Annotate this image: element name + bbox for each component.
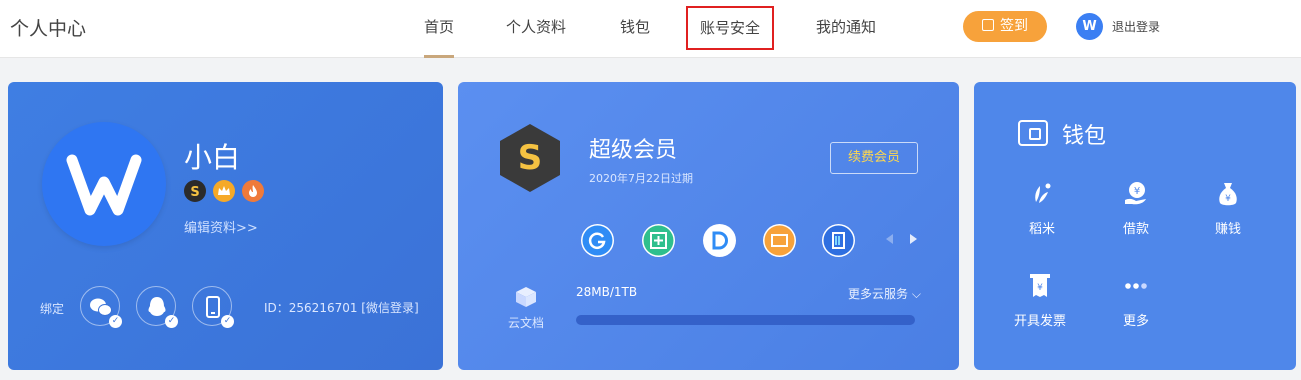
- top-header: 个人中心 首页 个人资料 钱包 账号安全 我的通知 签到 W 退出登录: [0, 0, 1301, 58]
- check-icon: ✓: [109, 315, 122, 328]
- user-id: ID：256216701 [微信登录]: [264, 301, 419, 315]
- edit-icon: [982, 19, 994, 31]
- nav-home[interactable]: 首页: [424, 0, 455, 58]
- invoice-icon: ¥: [1030, 274, 1050, 297]
- vip-card: S 超级会员 2020年7月22日过期 续费会员 云文档 28MB/1TB 更多…: [458, 82, 959, 370]
- more-icon: [1125, 283, 1147, 289]
- crown-badge-icon[interactable]: [213, 180, 235, 202]
- svg-text:¥: ¥: [1134, 186, 1140, 197]
- logout-link[interactable]: 退出登录: [1112, 18, 1160, 35]
- vip-title: 超级会员: [589, 138, 678, 163]
- cloud-doc-label: 云文档: [508, 316, 545, 330]
- apps-prev-arrow-icon[interactable]: [886, 234, 893, 244]
- wallet-icon: [1018, 120, 1048, 146]
- bind-qq-button[interactable]: ✓: [136, 286, 178, 328]
- avatar[interactable]: [42, 122, 166, 246]
- signin-label: 签到: [1000, 18, 1028, 34]
- doc-app-icon[interactable]: [822, 224, 855, 257]
- bind-phone-button[interactable]: ✓: [192, 286, 234, 328]
- wps-logo-icon: [66, 154, 142, 216]
- username: 小白: [184, 141, 241, 174]
- wps-logo-icon[interactable]: W: [1076, 13, 1103, 40]
- super-member-badge-icon[interactable]: S: [184, 180, 206, 202]
- svg-text:S: S: [190, 185, 199, 200]
- flame-badge-icon[interactable]: [242, 180, 264, 202]
- wallet-item-label: 赚钱: [1214, 222, 1241, 237]
- wallet-item-label: 开具发票: [1013, 314, 1066, 329]
- profile-card: 小白 S 编辑资料>> 绑定 ✓ ✓ ✓ ID：256216701 [微信登录]: [8, 82, 443, 370]
- wallet-item-loan[interactable]: ¥ 借款: [1106, 178, 1166, 237]
- bind-wechat-button[interactable]: ✓: [80, 286, 122, 328]
- cloud-doc-icon[interactable]: [514, 285, 538, 309]
- edit-profile-link[interactable]: 编辑资料>>: [184, 217, 258, 236]
- g-app-icon[interactable]: [581, 224, 614, 257]
- check-icon: ✓: [221, 315, 234, 328]
- wallet-title: 钱包: [1062, 124, 1107, 149]
- more-cloud-services-link[interactable]: 更多云服务 ⌵: [848, 285, 921, 302]
- apps-next-arrow-icon[interactable]: [910, 234, 917, 244]
- d-app-icon[interactable]: [703, 224, 736, 257]
- plus-app-icon[interactable]: [642, 224, 675, 257]
- svg-text:¥: ¥: [1037, 283, 1043, 293]
- screen-app-icon[interactable]: [763, 224, 796, 257]
- super-member-logo-icon: S: [500, 124, 560, 192]
- nav-account-security[interactable]: 账号安全: [686, 6, 775, 50]
- vip-expire-date: 2020年7月22日过期: [589, 172, 693, 185]
- svg-text:S: S: [518, 138, 543, 178]
- wallet-card: 钱包 稻米 ¥ 借款 ¥ 赚钱 ¥ 开具发票 更多: [974, 82, 1296, 370]
- nav-profile[interactable]: 个人资料: [506, 0, 566, 58]
- chevron-down-icon: ⌵: [908, 287, 921, 301]
- rice-icon: [1035, 183, 1051, 203]
- nav-wallet[interactable]: 钱包: [620, 0, 650, 58]
- signin-button[interactable]: 签到: [963, 11, 1047, 42]
- wallet-item-rice[interactable]: 稻米: [1012, 178, 1072, 237]
- wallet-item-more[interactable]: 更多: [1106, 270, 1166, 329]
- storage-progress-bar: [576, 315, 915, 325]
- renew-membership-button[interactable]: 续费会员: [830, 142, 918, 174]
- check-icon: ✓: [165, 315, 178, 328]
- wallet-item-label: 借款: [1122, 222, 1149, 237]
- wallet-item-invoice[interactable]: ¥ 开具发票: [1010, 270, 1070, 329]
- wallet-item-earn[interactable]: ¥ 赚钱: [1198, 178, 1258, 237]
- page-brand: 个人中心: [10, 18, 87, 40]
- wallet-item-label: 更多: [1122, 314, 1149, 329]
- storage-usage: 28MB/1TB: [576, 285, 638, 299]
- money-bag-icon: ¥: [1219, 183, 1237, 206]
- svg-text:¥: ¥: [1225, 194, 1231, 204]
- nav-notifications[interactable]: 我的通知: [816, 0, 876, 58]
- more-cloud-services-label: 更多云服务: [848, 287, 909, 301]
- loan-icon: ¥: [1125, 182, 1146, 205]
- wallet-item-label: 稻米: [1028, 222, 1055, 237]
- bind-label: 绑定: [40, 302, 65, 316]
